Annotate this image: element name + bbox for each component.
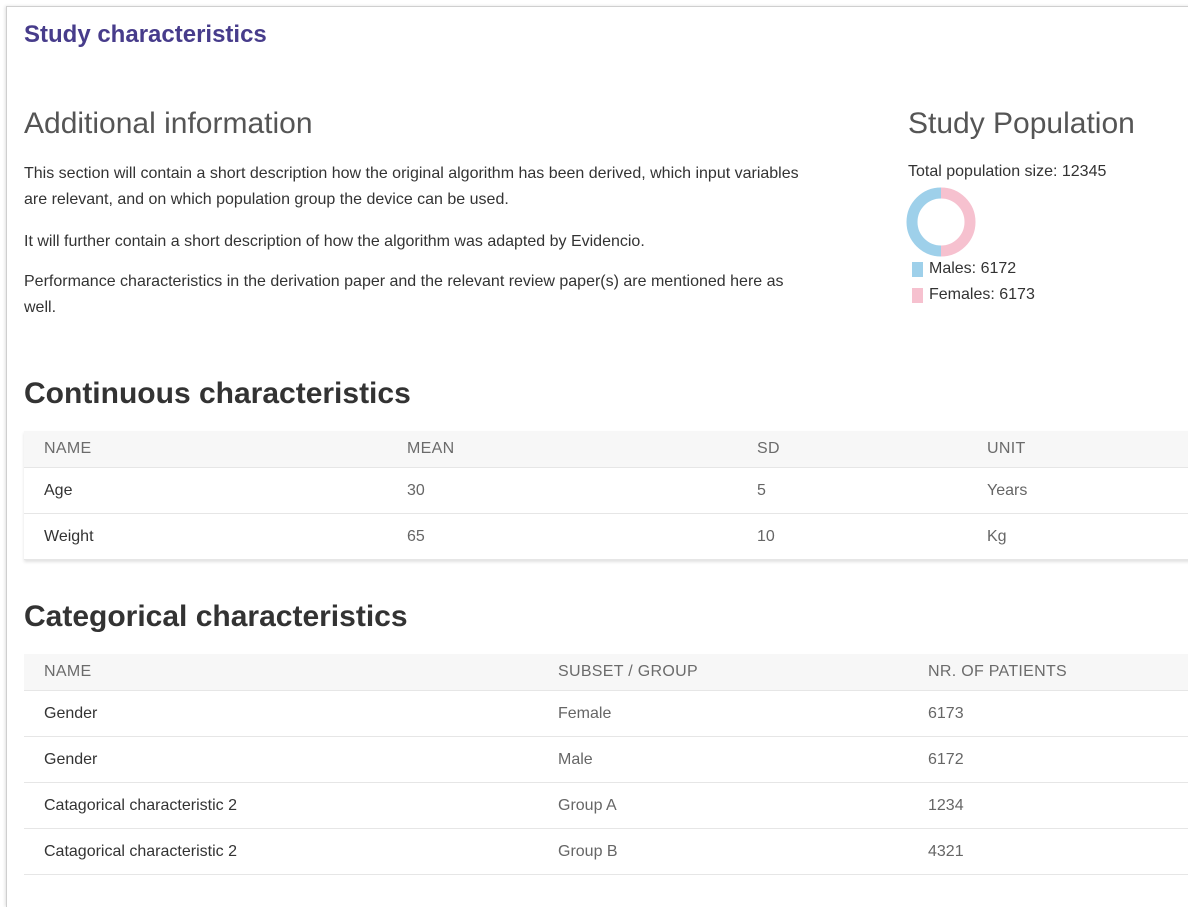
table-row: Age 30 5 Years — [24, 467, 1188, 514]
donut-slice-males — [906, 187, 942, 257]
table-header-row: NAME MEAN SD UNIT — [24, 431, 1188, 468]
additional-info-paragraph-1: This section will contain a short descri… — [24, 165, 799, 208]
continuous-characteristics-heading: Continuous characteristics — [24, 377, 411, 410]
cell-sd: 10 — [737, 513, 967, 560]
cell-unit: Years — [967, 467, 1188, 514]
cell-subset-group: Group B — [538, 828, 908, 875]
cell-subset-group: Group A — [538, 782, 908, 829]
column-header-nr-of-patients: NR. OF PATIENTS — [908, 654, 1188, 691]
column-header-mean: MEAN — [387, 431, 737, 468]
column-header-sd: SD — [737, 431, 967, 468]
table-row: Gender Male 6172 — [24, 736, 1188, 783]
card-title: Study characteristics — [24, 21, 267, 48]
additional-info-paragraph-3: Performance characteristics in the deriv… — [24, 273, 784, 316]
cell-nr-of-patients: 6173 — [908, 690, 1188, 737]
donut-slice-females — [940, 187, 976, 257]
cell-subset-group: Male — [538, 736, 908, 783]
table-row: Catagorical characteristic 2 Group B 432… — [24, 828, 1188, 875]
continuous-characteristics-table: NAME MEAN SD UNIT Age 30 5 Years Weight … — [24, 431, 1188, 560]
cell-subset-group: Female — [538, 690, 908, 737]
table-row: Gender Female 6173 — [24, 690, 1188, 737]
cell-mean: 30 — [387, 467, 737, 514]
column-header-unit: UNIT — [967, 431, 1188, 468]
legend-item-females: Females: 6173 — [912, 286, 1035, 304]
cell-unit: Kg — [967, 513, 1188, 560]
additional-info-heading: Additional information — [24, 107, 313, 140]
cell-name: Gender — [24, 736, 538, 783]
cell-mean: 65 — [387, 513, 737, 560]
study-population-heading: Study Population — [908, 107, 1135, 140]
study-characteristics-card: Study characteristics Additional informa… — [6, 6, 1188, 907]
legend-label-females: Females: 6173 — [929, 286, 1035, 303]
categorical-characteristics-table: NAME SUBSET / GROUP NR. OF PATIENTS Gend… — [24, 654, 1188, 875]
additional-info-paragraph-2: It will further contain a short descript… — [24, 233, 645, 250]
cell-nr-of-patients: 4321 — [908, 828, 1188, 875]
cell-name: Catagorical characteristic 2 — [24, 828, 538, 875]
legend-label-males: Males: 6172 — [929, 260, 1017, 277]
cell-name: Weight — [24, 513, 387, 560]
legend-item-males: Males: 6172 — [912, 260, 1016, 278]
population-donut-chart — [906, 187, 976, 257]
table-row: Catagorical characteristic 2 Group A 123… — [24, 782, 1188, 829]
cell-name: Age — [24, 467, 387, 514]
cell-nr-of-patients: 6172 — [908, 736, 1188, 783]
column-header-name: NAME — [24, 654, 538, 691]
column-header-subset-group: SUBSET / GROUP — [538, 654, 908, 691]
cell-name: Gender — [24, 690, 538, 737]
cell-nr-of-patients: 1234 — [908, 782, 1188, 829]
table-row: Weight 65 10 Kg — [24, 513, 1188, 560]
column-header-name: NAME — [24, 431, 387, 468]
cell-name: Catagorical characteristic 2 — [24, 782, 538, 829]
legend-swatch-males — [912, 261, 923, 277]
legend-swatch-females — [912, 287, 923, 303]
table-header-row: NAME SUBSET / GROUP NR. OF PATIENTS — [24, 654, 1188, 691]
categorical-characteristics-heading: Categorical characteristics — [24, 600, 408, 633]
total-population-size: Total population size: 12345 — [908, 163, 1107, 180]
cell-sd: 5 — [737, 467, 967, 514]
